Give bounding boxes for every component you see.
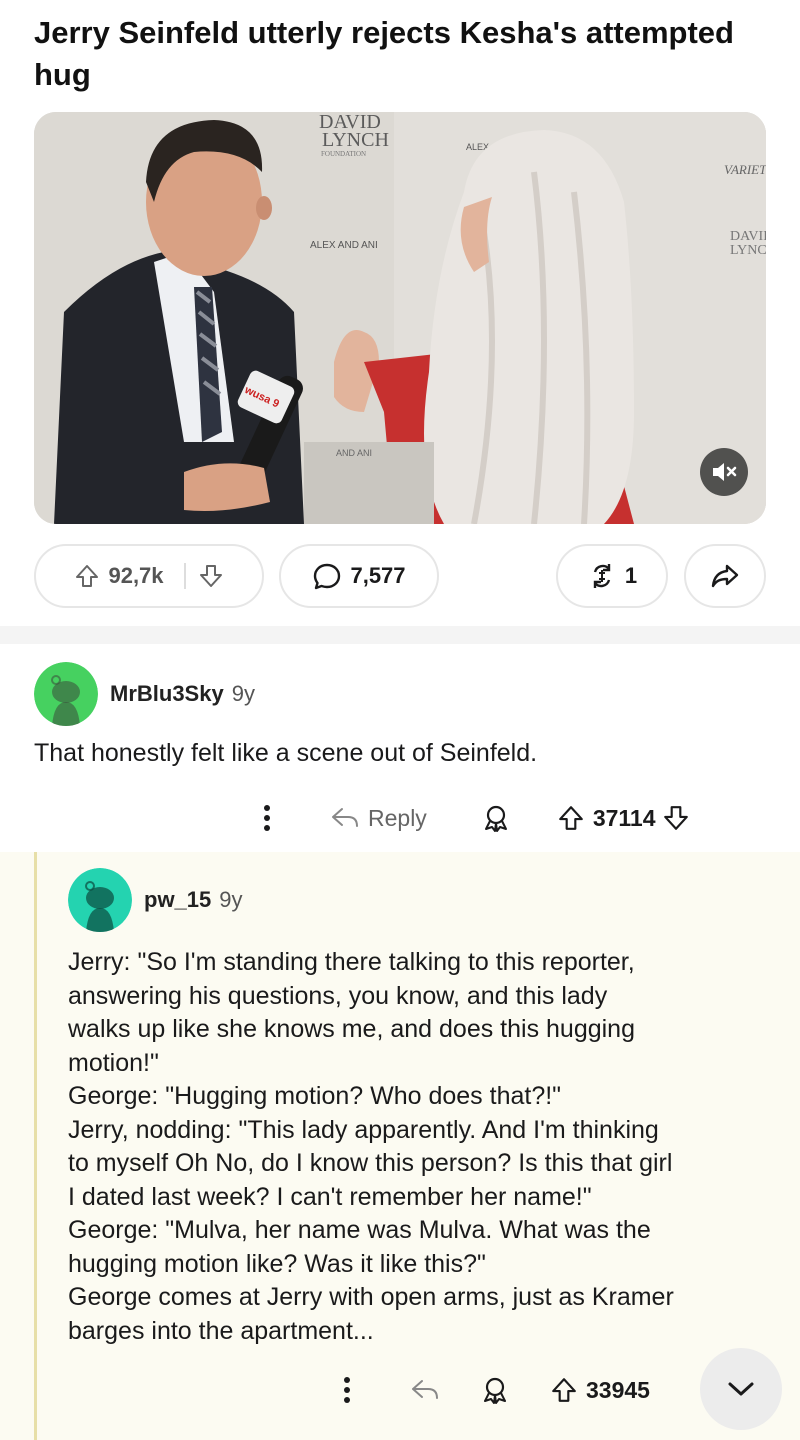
upvote-arrow-icon[interactable] — [74, 563, 100, 589]
reply-button[interactable]: Reply — [330, 805, 427, 832]
reply-arrow-icon — [412, 1380, 438, 1399]
backdrop-text: LYNCH — [730, 243, 766, 258]
comment-line: walks up like she knows me, and does thi… — [68, 1015, 635, 1043]
award-button[interactable] — [480, 1375, 510, 1405]
share-arrow-icon — [711, 564, 739, 588]
award-count: 1 — [624, 563, 638, 588]
comment-line: I dated last week? I can't remember her … — [68, 1182, 592, 1211]
post-video[interactable]: DAVID LYNCH FOUNDATION ALEX AND ANI ALEX… — [34, 112, 766, 524]
comment-line: Jerry, nodding: "This lady apparently. A… — [68, 1115, 659, 1144]
award-button[interactable] — [481, 803, 511, 833]
comment-age: 9y — [219, 887, 243, 912]
reply-arrow-icon — [332, 808, 358, 827]
comment-age: 9y — [231, 681, 255, 706]
share-button[interactable] — [684, 544, 766, 608]
comment-actions: 33945 — [330, 1370, 650, 1410]
award-icon — [484, 1377, 506, 1404]
comment-vote-control: 37114 — [557, 804, 690, 832]
avatar[interactable] — [34, 662, 98, 726]
comment-line: George: "Mulva, her name was Mulva. What… — [68, 1216, 651, 1244]
more-options-button[interactable] — [250, 804, 284, 832]
backdrop-text: VARIETY — [724, 162, 766, 177]
backdrop-text: FOUNDATION — [321, 150, 366, 158]
comment-username[interactable]: MrBlu3Sky — [110, 681, 224, 707]
comment-line: George: "Hugging motion? Who does that?!… — [68, 1082, 562, 1110]
comment-text: Jerry: "So I'm standing there talking to… — [68, 946, 783, 1348]
backdrop-text: ALEX AND ANI — [310, 240, 378, 251]
post-score: 92,7k — [108, 563, 164, 588]
post-title[interactable]: Jerry Seinfeld utterly rejects Kesha's a… — [34, 12, 774, 96]
comment-line: answering his questions, you know, and t… — [68, 981, 608, 1010]
reply-label: Reply — [368, 804, 427, 831]
chevron-down-icon — [728, 1382, 754, 1396]
post-actions: 92,7k 7,577 1 — [34, 544, 766, 608]
award-button[interactable]: 1 — [556, 544, 668, 608]
comment-vote-control: 33945 — [550, 1376, 650, 1404]
comment-score: 33945 — [586, 1376, 650, 1403]
comment-count: 7,577 — [350, 563, 406, 588]
backdrop-text: AND ANI — [336, 448, 372, 458]
backdrop-text: DAVID — [730, 229, 766, 244]
comment-line: barges into the apartment... — [68, 1316, 374, 1345]
speech-bubble-icon — [314, 563, 341, 590]
upvote-arrow-icon[interactable] — [550, 1376, 578, 1404]
comments-button[interactable]: 7,577 — [279, 544, 439, 608]
comment-header: MrBlu3Sky 9y — [34, 662, 255, 726]
comment-actions: Reply 37114 — [250, 798, 690, 838]
comment-line: Jerry: "So I'm standing there talking to… — [68, 948, 635, 976]
more-vertical-icon — [344, 1377, 350, 1403]
comment-header: pw_15 9y — [68, 868, 243, 932]
mute-button[interactable] — [700, 448, 748, 496]
comment-line: George comes at Jerry with open arms, ju… — [68, 1283, 674, 1311]
comment-line: motion!" — [68, 1048, 159, 1077]
comment-line: to myself Oh No, do I know this person? … — [68, 1149, 673, 1177]
more-vertical-icon — [264, 805, 270, 831]
avatar[interactable] — [68, 868, 132, 932]
collapse-button[interactable] — [700, 1348, 782, 1430]
upvote-arrow-icon[interactable] — [557, 804, 585, 832]
thread-line[interactable] — [34, 852, 37, 1440]
backdrop-text: LYNCH — [322, 129, 389, 151]
award-icon — [484, 805, 507, 832]
more-options-button[interactable] — [330, 1376, 364, 1404]
award-icon — [593, 564, 611, 588]
section-divider — [0, 626, 800, 644]
comment-text: That honestly felt like a scene out of S… — [34, 739, 538, 767]
comment-score: 37114 — [592, 804, 656, 831]
downvote-arrow-icon[interactable] — [662, 804, 690, 832]
speaker-muted-icon — [713, 463, 737, 481]
reply-button[interactable] — [410, 1377, 440, 1403]
downvote-arrow-icon[interactable] — [198, 563, 224, 589]
comment-username[interactable]: pw_15 — [144, 887, 211, 913]
vote-control: 92,7k — [34, 544, 264, 608]
vote-separator — [183, 563, 186, 589]
comment-line: hugging motion like? Was it like this?" — [68, 1249, 486, 1278]
